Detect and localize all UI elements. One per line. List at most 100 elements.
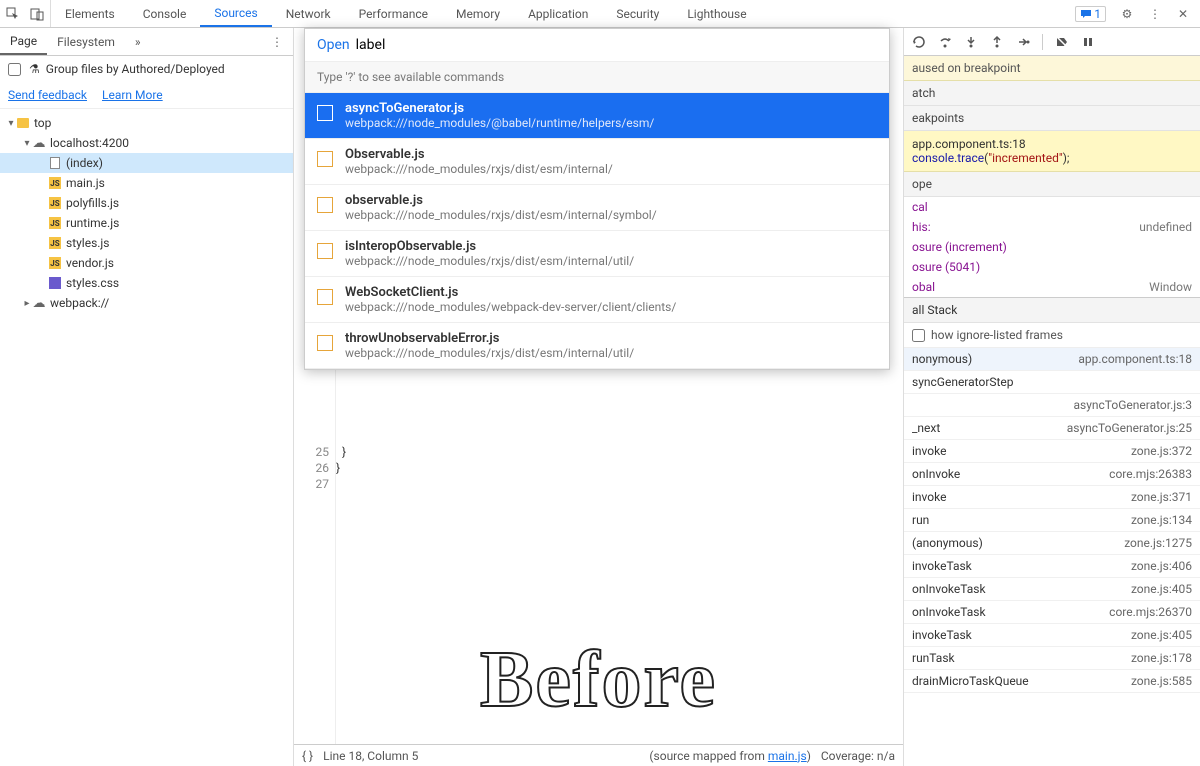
tree-item[interactable]: JSstyles.js — [0, 233, 293, 253]
stack-frame[interactable]: onInvokeTaskcore.mjs:26370 — [904, 601, 1200, 624]
stack-frame[interactable]: runTaskzone.js:178 — [904, 647, 1200, 670]
stack-frame[interactable]: invokeTaskzone.js:405 — [904, 624, 1200, 647]
open-file-popup: Open Type '?' to see available commands … — [304, 28, 890, 370]
scope-entry[interactable]: his:undefined — [904, 217, 1200, 237]
tree-item[interactable]: styles.css — [0, 273, 293, 293]
tree-item[interactable]: JSvendor.js — [0, 253, 293, 273]
tree-item[interactable]: JSmain.js — [0, 173, 293, 193]
pause-exceptions-icon[interactable] — [1081, 35, 1095, 49]
paused-banner: aused on breakpoint — [904, 56, 1200, 81]
scope-entry[interactable]: osure (increment) — [904, 237, 1200, 257]
stack-frame[interactable]: nonymous)app.component.ts:18 — [904, 348, 1200, 371]
ignore-listed-checkbox[interactable] — [912, 329, 925, 342]
tree-item[interactable]: ▾☁localhost:4200 — [0, 133, 293, 153]
kebab-icon[interactable]: ⋮ — [1148, 7, 1162, 21]
scope-entry[interactable]: cal — [904, 197, 1200, 217]
pretty-print-icon[interactable]: { } — [302, 749, 313, 763]
learn-more-link[interactable]: Learn More — [102, 88, 163, 102]
step-into-icon[interactable] — [964, 35, 978, 49]
tab-memory[interactable]: Memory — [442, 0, 514, 27]
tree-item[interactable]: JSruntime.js — [0, 213, 293, 233]
debugger-toolbar — [904, 28, 1200, 56]
tree-item[interactable]: (index) — [0, 153, 293, 173]
cursor-position: Line 18, Column 5 — [323, 749, 418, 763]
stack-frame[interactable]: invokezone.js:371 — [904, 486, 1200, 509]
close-icon[interactable]: ✕ — [1176, 7, 1190, 21]
tab-performance[interactable]: Performance — [345, 0, 442, 27]
step-out-icon[interactable] — [990, 35, 1004, 49]
breakpoint-file: app.component.ts:18 — [912, 137, 1192, 151]
watch-section[interactable]: atch — [904, 81, 1200, 106]
open-prefix-label: Open — [317, 37, 350, 53]
navigator-panel: PageFilesystem » ⋮ ⚗ Group files by Auth… — [0, 28, 294, 766]
tab-application[interactable]: Application — [514, 0, 602, 27]
tab-console[interactable]: Console — [129, 0, 201, 27]
navigator-menu-icon[interactable]: ⋮ — [261, 28, 293, 55]
more-tabs-icon[interactable]: » — [125, 28, 151, 55]
stack-frame[interactable]: drainMicroTaskQueuezone.js:585 — [904, 670, 1200, 693]
open-file-result[interactable]: isInteropObservable.jswebpack:///node_mo… — [305, 231, 889, 277]
stack-frame[interactable]: (anonymous)zone.js:1275 — [904, 532, 1200, 555]
file-icon — [317, 335, 333, 351]
send-feedback-link[interactable]: Send feedback — [8, 88, 87, 102]
nav-tab-page[interactable]: Page — [0, 28, 47, 55]
gear-icon[interactable]: ⚙ — [1120, 7, 1134, 21]
tab-security[interactable]: Security — [602, 0, 673, 27]
breakpoint-item[interactable]: app.component.ts:18 console.trace("incre… — [904, 131, 1200, 172]
breakpoint-code: console.trace("incremented"); — [912, 151, 1192, 165]
file-tree: ▾top▾☁localhost:4200(index)JSmain.jsJSpo… — [0, 109, 293, 766]
ignore-listed-toggle[interactable]: how ignore-listed frames — [904, 323, 1200, 348]
stack-frame[interactable]: invokezone.js:372 — [904, 440, 1200, 463]
device-icon[interactable] — [30, 7, 44, 21]
editor-status-bar: { } Line 18, Column 5 (source mapped fro… — [294, 744, 903, 766]
open-file-result[interactable]: Observable.jswebpack:///node_modules/rxj… — [305, 139, 889, 185]
messages-badge[interactable]: 1 — [1075, 6, 1106, 22]
overlay-before-text: Before — [480, 635, 717, 726]
source-mapped-label: (source mapped from main.js) — [649, 749, 810, 763]
file-icon — [317, 197, 333, 213]
scope-entry[interactable]: obalWindow — [904, 277, 1200, 297]
deactivate-breakpoints-icon[interactable] — [1055, 35, 1069, 49]
step-over-icon[interactable] — [938, 35, 952, 49]
code-body[interactable]: }} — [336, 444, 346, 476]
file-icon — [317, 151, 333, 167]
group-files-checkbox[interactable] — [8, 63, 21, 76]
tree-item[interactable]: ▾top — [0, 113, 293, 133]
tab-network[interactable]: Network — [272, 0, 345, 27]
messages-count: 1 — [1094, 7, 1101, 21]
group-files-label: Group files by Authored/Deployed — [46, 62, 225, 76]
debugger-panel: aused on breakpoint atch eakpoints app.c… — [904, 28, 1200, 766]
stack-frame[interactable]: asyncToGenerator.js:3 — [904, 394, 1200, 417]
call-stack-section[interactable]: all Stack — [904, 297, 1200, 323]
command-hint: Type '?' to see available commands — [305, 62, 889, 93]
tree-item[interactable]: JSpolyfills.js — [0, 193, 293, 213]
stack-frame[interactable]: syncGeneratorStep — [904, 371, 1200, 394]
experiment-icon: ⚗ — [29, 62, 40, 76]
file-icon — [317, 289, 333, 305]
open-file-result[interactable]: asyncToGenerator.jswebpack:///node_modul… — [305, 93, 889, 139]
open-file-result[interactable]: throwUnobservableError.jswebpack:///node… — [305, 323, 889, 369]
scope-section[interactable]: ope — [904, 172, 1200, 197]
devtools-main-tabs: ElementsConsoleSourcesNetworkPerformance… — [0, 0, 1200, 28]
open-file-result[interactable]: WebSocketClient.jswebpack:///node_module… — [305, 277, 889, 323]
step-icon[interactable] — [1016, 35, 1030, 49]
inspect-tools — [0, 0, 51, 27]
stack-frame[interactable]: _nextasyncToGenerator.js:25 — [904, 417, 1200, 440]
open-file-result[interactable]: observable.jswebpack:///node_modules/rxj… — [305, 185, 889, 231]
tree-item[interactable]: ▸☁webpack:// — [0, 293, 293, 313]
resume-icon[interactable] — [912, 35, 926, 49]
scope-entry[interactable]: osure (5041) — [904, 257, 1200, 277]
breakpoints-section[interactable]: eakpoints — [904, 106, 1200, 131]
tab-elements[interactable]: Elements — [51, 0, 129, 27]
open-file-input[interactable] — [356, 37, 877, 53]
inspect-icon[interactable] — [6, 7, 20, 21]
nav-tab-filesystem[interactable]: Filesystem — [47, 28, 125, 55]
stack-frame[interactable]: onInvokeTaskzone.js:405 — [904, 578, 1200, 601]
stack-frame[interactable]: invokeTaskzone.js:406 — [904, 555, 1200, 578]
tab-lighthouse[interactable]: Lighthouse — [673, 0, 760, 27]
stack-frame[interactable]: runzone.js:134 — [904, 509, 1200, 532]
stack-frame[interactable]: onInvokecore.mjs:26383 — [904, 463, 1200, 486]
group-files-row: ⚗ Group files by Authored/Deployed Send … — [0, 56, 293, 109]
tab-sources[interactable]: Sources — [200, 0, 271, 27]
navigator-tabs: PageFilesystem » ⋮ — [0, 28, 293, 56]
